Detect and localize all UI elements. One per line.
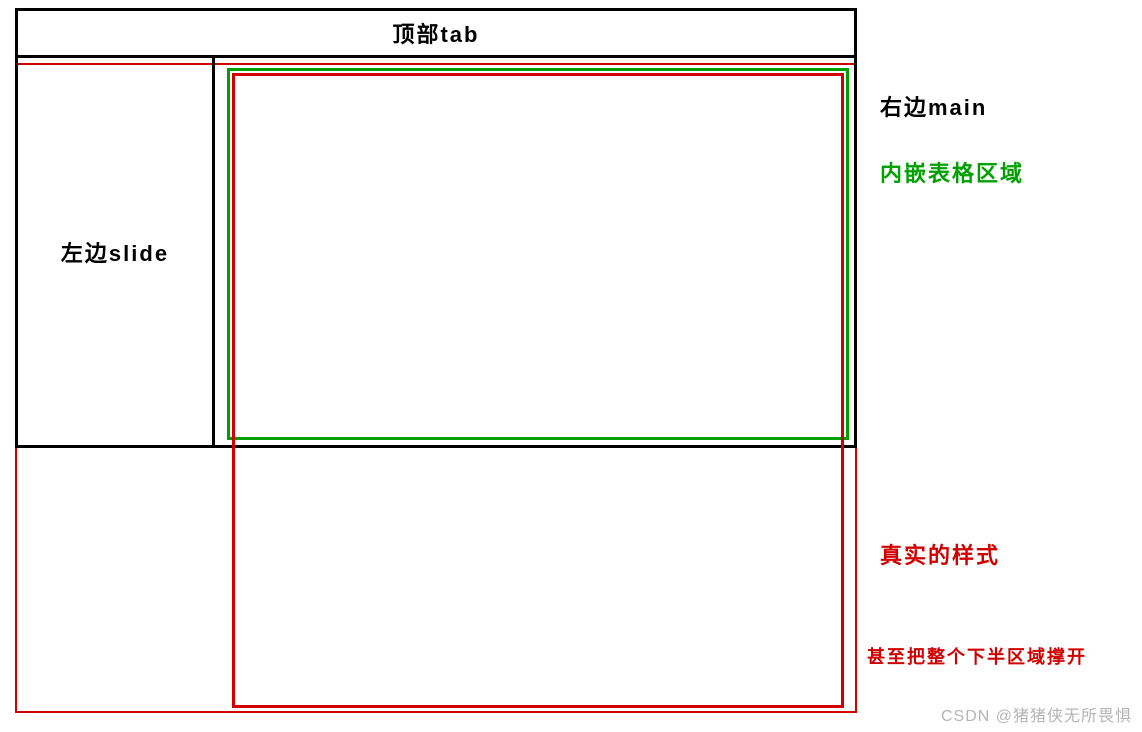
left-slide-region: 左边slide [15, 58, 215, 448]
left-slide-label: 左边slide [61, 236, 169, 268]
real-style-label: 真实的样式 [880, 538, 1000, 570]
inner-table-area-label: 内嵌表格区域 [880, 156, 1024, 188]
watermark: CSDN @猪猪侠无所畏惧 [941, 702, 1132, 726]
right-main-label: 右边main [880, 90, 987, 122]
top-tab-region: 顶部tab [15, 8, 857, 58]
layout-diagram: 顶部tab 左边slide 右边main 内嵌表格区域 真实的样式 甚至把整个下… [15, 8, 1125, 718]
overflow-note-label: 甚至把整个下半区域撑开 [867, 643, 1087, 669]
top-tab-label: 顶部tab [392, 17, 479, 49]
real-style-outline [232, 73, 844, 708]
